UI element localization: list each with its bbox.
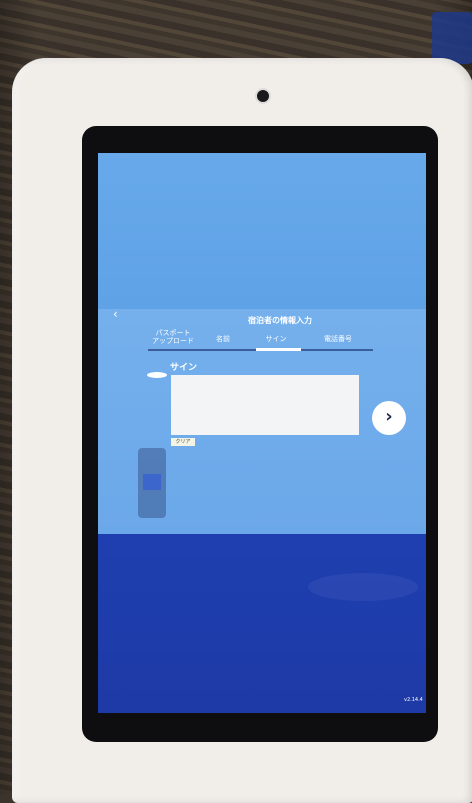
active-tab-indicator (256, 348, 301, 351)
back-chevron-icon[interactable]: ‹ (113, 307, 118, 321)
signature-pad[interactable] (171, 375, 359, 435)
tab-progress-line (148, 348, 373, 351)
screen-upper-area (98, 153, 426, 309)
clear-button[interactable]: クリア (171, 438, 195, 446)
signature-bullet-icon (147, 372, 167, 378)
device-illustration (138, 448, 166, 518)
next-button[interactable]: › (372, 401, 406, 435)
tab-name[interactable]: 名前 (208, 335, 238, 343)
tab-passport-upload[interactable]: パスポート アップロード (148, 329, 198, 345)
wall-sticker (432, 12, 472, 64)
tab-phone-number[interactable]: 電話番号 (308, 335, 368, 343)
signature-label: サイン (170, 363, 198, 373)
screen-lower-area (98, 534, 426, 713)
camera-icon (255, 88, 271, 104)
chevron-right-icon: › (385, 406, 393, 427)
dialog-title: 宿泊者の情報入力 (248, 316, 312, 325)
device-illustration-screen (143, 474, 161, 490)
screen-glare (308, 573, 418, 601)
kiosk-screen: ‹ 宿泊者の情報入力 パスポート アップロード 名前 サイン 電話番号 サイン … (98, 153, 426, 713)
version-label: v2.14.4 (404, 697, 423, 703)
tab-signature[interactable]: サイン (256, 335, 296, 343)
